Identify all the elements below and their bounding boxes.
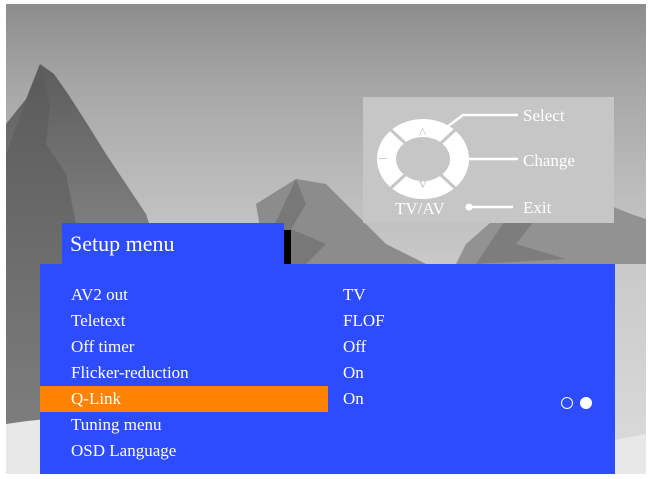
- option-on-dot-icon: [580, 397, 592, 409]
- menu-item-av2-out[interactable]: AV2 out TV: [40, 282, 615, 308]
- menu-item-label: OSD Language: [71, 441, 177, 460]
- menu-item-osd-language[interactable]: OSD Language: [40, 438, 615, 464]
- menu-item-off-timer[interactable]: Off timer Off: [40, 334, 615, 360]
- menu-item-label: Tuning menu: [71, 415, 162, 434]
- exit-label: Exit: [523, 198, 552, 217]
- dpad-up-symbol: ^: [419, 126, 427, 142]
- menu-item-flicker-reduction[interactable]: Flicker-reduction On: [40, 360, 615, 386]
- menu-item-label: Teletext: [71, 311, 126, 330]
- dpad-plus-symbol: +: [457, 148, 468, 168]
- select-label: Select: [523, 106, 565, 125]
- menu-title: Setup menu: [70, 231, 175, 256]
- menu-item-value: TV: [343, 285, 366, 304]
- menu-item-value: On: [343, 389, 364, 408]
- menu-item-value: On: [343, 363, 364, 382]
- dpad-minus-symbol: −: [378, 149, 388, 168]
- menu-item-value: Off: [343, 337, 367, 356]
- menu-item-label: Flicker-reduction: [71, 363, 189, 382]
- option-off-dot-icon: [561, 397, 573, 409]
- tv-screen: ^ v − + TV/AV Select Change Exit Setup m…: [6, 4, 646, 474]
- dpad-down-symbol: v: [419, 176, 427, 192]
- menu-item-tuning-menu[interactable]: Tuning menu: [40, 412, 615, 438]
- change-label: Change: [523, 151, 575, 170]
- menu-item-label: Off timer: [71, 337, 135, 356]
- menu-item-teletext[interactable]: Teletext FLOF: [40, 308, 615, 334]
- setup-menu-panel: AV2 out TV Teletext FLOF Off timer Off F…: [40, 264, 615, 474]
- menu-item-q-link[interactable]: Q-Link On: [40, 386, 615, 412]
- menu-item-label: Q-Link: [71, 389, 122, 408]
- menu-title-box: Setup menu: [62, 223, 284, 267]
- menu-item-label: AV2 out: [71, 285, 128, 304]
- menu-item-value: FLOF: [343, 311, 385, 330]
- remote-guide-panel: ^ v − + TV/AV Select Change Exit: [363, 97, 614, 223]
- tvav-label: TV/AV: [395, 199, 445, 218]
